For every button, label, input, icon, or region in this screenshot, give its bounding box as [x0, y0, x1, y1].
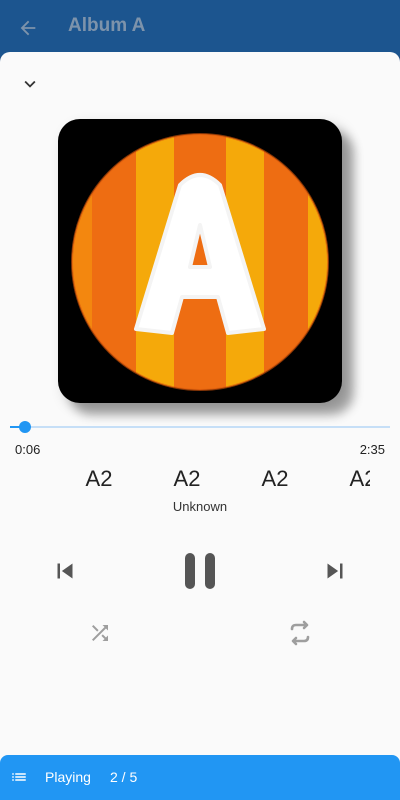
collapse-button[interactable]	[18, 72, 42, 96]
player-sheet: 0:06 2:35 A2 A2 A2 A2 Unknown	[0, 52, 400, 800]
shuffle-button[interactable]	[86, 619, 114, 647]
back-button[interactable]	[14, 14, 42, 42]
previous-button[interactable]	[48, 554, 82, 588]
skip-next-icon	[327, 563, 343, 579]
track-title-carousel[interactable]: A2 A2 A2 A2	[0, 462, 370, 502]
seek-track	[10, 426, 390, 428]
track-title: A2	[173, 466, 201, 491]
next-button[interactable]	[318, 554, 352, 588]
shuffle-icon	[92, 625, 108, 641]
repeat-icon	[290, 620, 310, 646]
total-time: 2:35	[359, 442, 385, 457]
seek-bar[interactable]	[10, 420, 390, 434]
seek-thumb[interactable]	[19, 421, 32, 433]
playing-queue-bar[interactable]: Playing 2 / 5	[0, 755, 400, 800]
track-title: A2	[349, 466, 370, 491]
arrow-back-icon	[20, 20, 36, 36]
queue-position: 2 / 5	[110, 769, 138, 785]
track-title: A2	[261, 466, 289, 491]
album-artwork-image	[71, 133, 329, 391]
chevron-down-icon	[24, 80, 36, 88]
skip-previous-icon	[57, 563, 73, 579]
track-title: A2	[85, 466, 113, 491]
album-artwork	[58, 119, 342, 403]
page-title: Album A	[68, 15, 146, 36]
app-bar: Album A	[0, 0, 400, 56]
artist-name: Unknown	[172, 499, 228, 514]
repeat-button[interactable]	[284, 619, 316, 647]
queue-list-icon	[12, 773, 26, 781]
playing-label: Playing	[45, 769, 91, 785]
pause-button[interactable]	[178, 548, 222, 594]
elapsed-time: 0:06	[15, 442, 41, 457]
pause-icon	[185, 553, 215, 589]
